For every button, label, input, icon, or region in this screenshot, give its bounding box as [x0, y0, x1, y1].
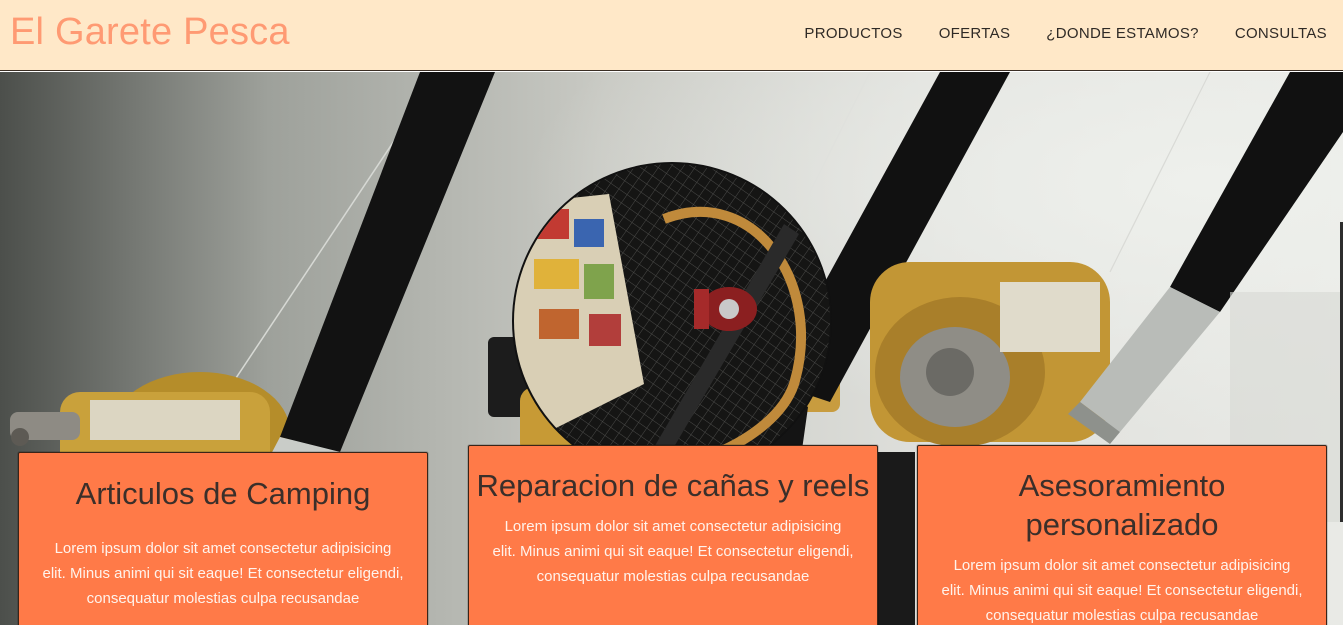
card-text: Lorem ipsum dolor sit amet consectetur a…: [42, 540, 404, 607]
card-text: Lorem ipsum dolor sit amet consectetur a…: [941, 557, 1303, 624]
nav-item-productos: PRODUCTOS: [804, 24, 902, 44]
nav-link-productos[interactable]: PRODUCTOS: [804, 25, 902, 42]
site-logo[interactable]: El Garete Pesca: [10, 8, 290, 56]
nav-link-consultas[interactable]: CONSULTAS: [1235, 25, 1327, 42]
nav-item-donde-estamos: ¿DONDE ESTAMOS?: [1046, 24, 1199, 44]
tackle-net-reel-illustration: [514, 164, 830, 478]
card-title: Asesoramiento personalizado: [1018, 468, 1226, 542]
site-header: El Garete Pesca PRODUCTOS OFERTAS ¿DONDE…: [0, 0, 1343, 71]
main-nav: PRODUCTOS OFERTAS ¿DONDE ESTAMOS? CONSUL…: [804, 24, 1327, 44]
card-title: Articulos de Camping: [75, 476, 371, 511]
card-text: Lorem ipsum dolor sit amet consectetur a…: [492, 518, 854, 585]
nav-item-ofertas: OFERTAS: [939, 24, 1011, 44]
service-card-camping: Articulos de Camping Lorem ipsum dolor s…: [18, 452, 428, 625]
right-reel: [870, 262, 1110, 447]
page: El Garete Pesca PRODUCTOS OFERTAS ¿DONDE…: [0, 0, 1343, 625]
tackle-photo-circle: [512, 162, 832, 480]
service-card-asesoramiento: Asesoramiento personalizado Lorem ipsum …: [917, 445, 1327, 625]
nav-item-consultas: CONSULTAS: [1235, 24, 1327, 44]
card-title: Reparacion de cañas y reels: [476, 468, 870, 503]
service-card-reparacion: Reparacion de cañas y reels Lorem ipsum …: [468, 445, 878, 625]
nav-link-ofertas[interactable]: OFERTAS: [939, 25, 1011, 42]
nav-link-donde-estamos[interactable]: ¿DONDE ESTAMOS?: [1046, 25, 1199, 42]
